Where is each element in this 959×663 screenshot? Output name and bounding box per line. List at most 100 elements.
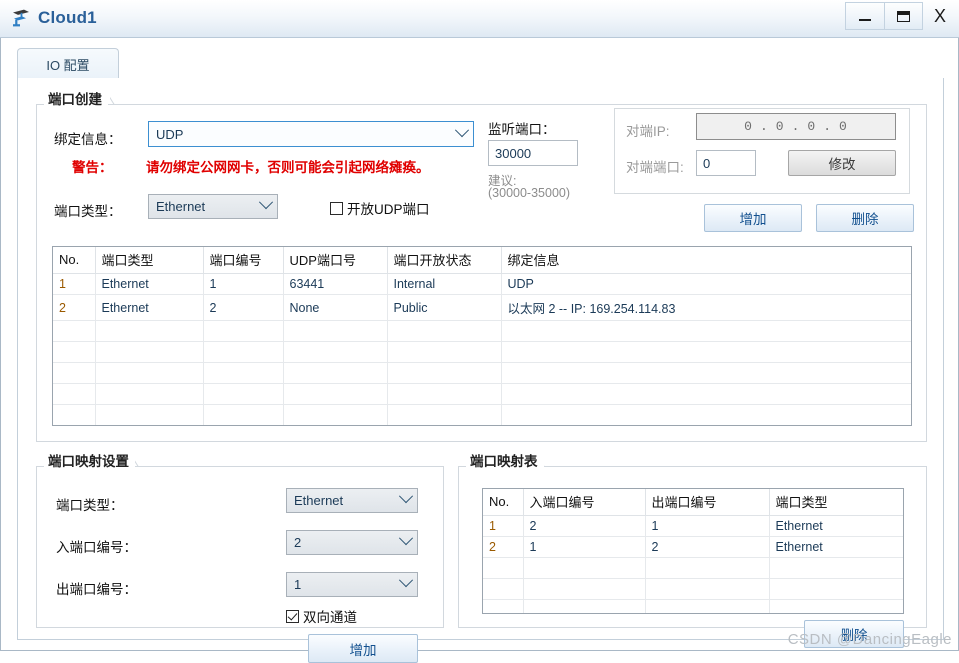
tab-strip: IO 配置 (17, 48, 944, 79)
tab-io-config[interactable]: IO 配置 (17, 48, 119, 79)
group-mapping-table: 端口映射表 No. 入端口编号 出端口编号 端口类型 1 2 1 Etherne… (458, 452, 927, 648)
table-cell-empty (203, 383, 284, 405)
table-cell-empty (483, 599, 524, 613)
table-cell: 2 (203, 294, 284, 321)
out-port-label: 出端口编号： (56, 582, 137, 597)
table-row-empty[interactable] (53, 426, 911, 427)
peer-ip-octet-4: 0 (839, 119, 848, 134)
table-row-empty[interactable] (53, 320, 911, 342)
tab-panel-io-config: 端口创建 绑定信息： UDP 警告： 请勿绑定公网网卡，否则可能会引起网络瘫痪。… (17, 78, 944, 663)
port-table-header-row: No. 端口类型 端口编号 UDP端口号 端口开放状态 绑定信息 (53, 247, 911, 274)
table-cell-empty (501, 362, 911, 384)
group-mapping-settings-title: 端口映射设置 (44, 452, 135, 472)
chevron-down-icon (451, 122, 473, 141)
table-cell-empty (203, 362, 284, 384)
table-cell-empty (501, 341, 911, 363)
binding-info-combo[interactable]: UDP (148, 121, 474, 147)
table-cell-empty (203, 320, 284, 342)
table-row-empty[interactable] (53, 341, 911, 363)
table-cell-empty (53, 341, 96, 363)
table-cell-empty (95, 341, 204, 363)
port-table[interactable]: No. 端口类型 端口编号 UDP端口号 端口开放状态 绑定信息 1 Ethern… (52, 246, 912, 426)
table-cell-empty (283, 362, 388, 384)
peer-port-input[interactable]: 0 (696, 150, 756, 176)
close-button[interactable]: X (923, 2, 957, 30)
port-col-open-state: 端口开放状态 (387, 247, 502, 274)
peer-port-label: 对端端口: (626, 160, 684, 175)
table-cell-empty (387, 404, 502, 425)
out-port-combo[interactable]: 1 (286, 572, 418, 597)
open-udp-port-checkbox[interactable]: 开放UDP端口 (330, 198, 430, 218)
listen-port-input[interactable]: 30000 (488, 140, 578, 166)
group-mapping-settings: 端口映射设置 端口类型： Ethernet 入端口编号： 2 出端口编号： 1 (36, 452, 444, 663)
mapping-port-type-combo[interactable]: Ethernet (286, 488, 418, 513)
table-cell: Ethernet (769, 536, 903, 558)
table-cell-empty (501, 426, 911, 427)
table-cell-empty (483, 578, 524, 600)
table-row-empty[interactable] (483, 557, 903, 579)
table-cell: UDP (501, 273, 911, 295)
minimize-button[interactable] (845, 2, 884, 30)
table-cell-empty (523, 599, 646, 613)
table-cell-empty (95, 362, 204, 384)
table-cell-empty (283, 341, 388, 363)
ip-dot-separator: . (823, 119, 833, 134)
table-cell: Public (387, 294, 502, 321)
maximize-button[interactable] (884, 2, 923, 30)
table-cell: 2 (483, 536, 524, 558)
table-cell-empty (283, 404, 388, 425)
table-cell-empty (769, 599, 903, 613)
port-col-udp-port: UDP端口号 (283, 247, 388, 274)
table-cell-empty (387, 383, 502, 405)
close-icon: X (933, 5, 946, 26)
table-row[interactable]: 2 1 2 Ethernet (483, 536, 903, 558)
port-type-combo[interactable]: Ethernet (148, 194, 278, 219)
table-cell-empty (283, 426, 387, 427)
table-cell-empty (387, 341, 502, 363)
table-row-empty[interactable] (53, 383, 911, 405)
mapping-table[interactable]: No. 入端口编号 出端口编号 端口类型 1 2 1 Ethernet 2 1 2 Ether… (482, 488, 904, 614)
table-row[interactable]: 2 Ethernet 2 None Public 以太网 2 -- IP: 169.254… (53, 294, 911, 321)
table-cell: 2 (645, 536, 770, 558)
mapping-add-button[interactable]: 增加 (308, 634, 418, 663)
peer-ip-input[interactable]: 0 . 0 . 0 . 0 (696, 113, 896, 140)
mapping-port-type-label: 端口类型： (56, 498, 124, 513)
table-cell-empty (53, 320, 96, 342)
table-cell-empty (769, 578, 903, 600)
mapping-table-body: 1 2 1 Ethernet 2 1 2 Ethernet (483, 515, 903, 613)
peer-port-value: 0 (703, 155, 711, 171)
table-row-empty[interactable] (483, 578, 903, 600)
table-cell-empty (95, 383, 204, 405)
table-row[interactable]: 1 2 1 Ethernet (483, 515, 903, 537)
table-cell-empty (483, 557, 524, 579)
table-cell: 1 (523, 536, 646, 558)
table-cell: Ethernet (95, 273, 204, 295)
minimize-icon (846, 3, 884, 29)
table-cell-empty (283, 383, 388, 405)
table-cell-empty (501, 383, 911, 405)
delete-port-button[interactable]: 删除 (816, 204, 914, 232)
table-cell-empty (53, 362, 96, 384)
table-cell-empty (95, 320, 204, 342)
table-cell: 2 (53, 294, 96, 321)
table-cell: 63441 (283, 273, 388, 295)
group-mapping-table-title: 端口映射表 (466, 452, 544, 472)
checkbox-checked-icon (286, 609, 299, 623)
table-cell: Internal (387, 273, 502, 295)
mapping-col-out-port: 出端口编号 (645, 489, 770, 516)
add-port-button[interactable]: 增加 (704, 204, 802, 232)
ip-dot-separator: . (791, 119, 801, 134)
table-row-empty[interactable] (483, 599, 903, 613)
modify-button[interactable]: 修改 (788, 150, 896, 176)
table-row-empty[interactable] (53, 362, 911, 384)
table-cell: 1 (53, 273, 96, 295)
table-row[interactable]: 1 Ethernet 1 63441 Internal UDP (53, 273, 911, 295)
table-row-empty[interactable] (53, 404, 911, 425)
watermark-text: CSDN @DancingEagle (787, 631, 952, 648)
binding-info-value: UDP (156, 126, 184, 142)
mapping-col-port-type: 端口类型 (769, 489, 903, 516)
in-port-combo[interactable]: 2 (286, 530, 418, 555)
bidirectional-channel-checkbox[interactable]: 双向通道 (286, 606, 357, 626)
group-port-create: 端口创建 绑定信息： UDP 警告： 请勿绑定公网网卡，否则可能会引起网络瘫痪。… (36, 90, 927, 442)
port-col-no: No. (53, 247, 96, 274)
